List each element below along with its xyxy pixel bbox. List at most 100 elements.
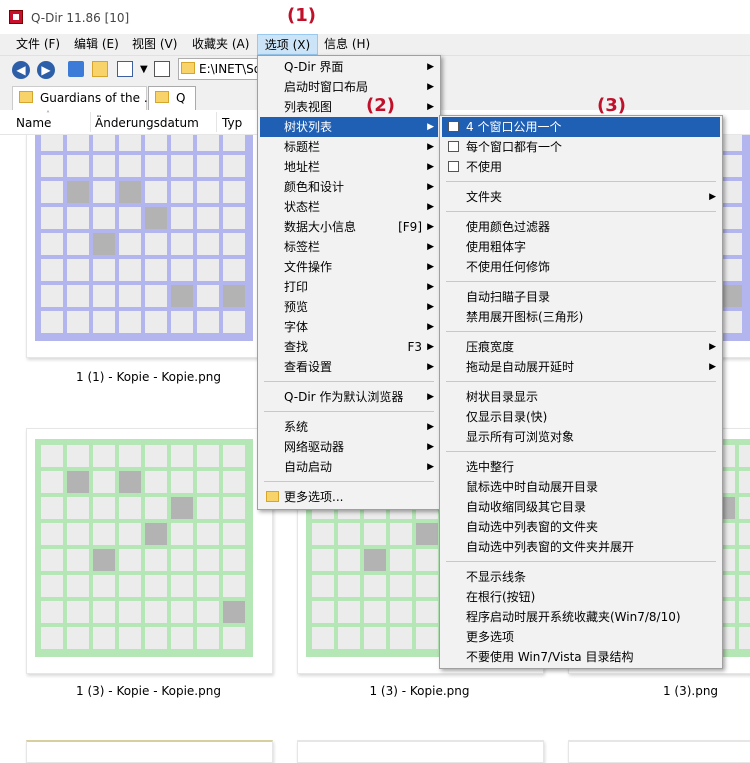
thumbnail-cell	[41, 233, 63, 255]
column-divider[interactable]	[90, 112, 91, 132]
thumbnail-card[interactable]	[26, 428, 273, 674]
menu-item[interactable]: 自动选中列表窗的文件夹	[442, 517, 720, 537]
new-folder-icon[interactable]	[92, 61, 108, 77]
menu-item[interactable]: 拖动是自动展开延时 ▶	[442, 357, 720, 377]
menu-item[interactable]: 查找 F3 ▶	[260, 337, 438, 357]
menu-item[interactable]: 不要使用 Win7/Vista 目录结构	[442, 647, 720, 667]
menu-item[interactable]: 不使用	[442, 157, 720, 177]
thumbnail-label[interactable]: 1 (1) - Kopie - Kopie.png	[26, 370, 271, 384]
thumbnail-cell	[197, 445, 219, 467]
menu-item[interactable]: 数据大小信息 [F9] ▶	[260, 217, 438, 237]
folder-icon	[19, 91, 33, 103]
arrow-right-icon[interactable]: ▶	[37, 61, 55, 79]
menu-item[interactable]: 程序启动时展开系统收藏夹(Win7/8/10)	[442, 607, 720, 627]
menu-item[interactable]: 禁用展开图标(三角形)	[442, 307, 720, 327]
menu-edit[interactable]: 编辑 (E)	[71, 34, 122, 55]
menu-item[interactable]: 4 个窗口公用一个	[442, 117, 720, 137]
menu-item[interactable]: Q-Dir 作为默认浏览器 ▶	[260, 387, 438, 407]
up-folder-icon[interactable]	[68, 61, 84, 77]
menu-item[interactable]: 状态栏 ▶	[260, 197, 438, 217]
menu-item[interactable]: 自动启动 ▶	[260, 457, 438, 477]
menu-item[interactable]: 地址栏 ▶	[260, 157, 438, 177]
menu-item[interactable]: 使用颜色过滤器	[442, 217, 720, 237]
menu-item[interactable]: 标签栏 ▶	[260, 237, 438, 257]
thumbnail-cell	[739, 471, 750, 493]
layout-icon[interactable]	[154, 61, 170, 77]
menu-item[interactable]: 使用粗体字	[442, 237, 720, 257]
menu-item[interactable]: 压痕宽度 ▶	[442, 337, 720, 357]
menu-item[interactable]: 预览 ▶	[260, 297, 438, 317]
dropdown-arrow-icon[interactable]: ▼	[140, 64, 148, 75]
thumbnail-cell	[119, 471, 141, 493]
thumbnail-cell	[223, 285, 245, 307]
thumbnail-cell	[739, 575, 750, 597]
thumbnail-card[interactable]	[26, 740, 273, 763]
menu-options[interactable]: 选项 (X)	[257, 34, 318, 55]
view-mode-icon[interactable]	[117, 61, 133, 77]
menu-item[interactable]: 仅显示目录(快)	[442, 407, 720, 427]
thumbnail-cell	[197, 285, 219, 307]
menu-file[interactable]: 文件 (F)	[13, 34, 63, 55]
thumbnail-cell	[93, 311, 115, 333]
thumbnail-cell	[223, 259, 245, 281]
menu-item-label: Q-Dir 界面	[284, 60, 344, 74]
menu-item[interactable]: 系统 ▶	[260, 417, 438, 437]
menu-item[interactable]: 鼠标选中时自动展开目录	[442, 477, 720, 497]
thumbnail-cell	[41, 497, 63, 519]
menu-item[interactable]: 不使用任何修饰	[442, 257, 720, 277]
menu-item-label: 使用粗体字	[466, 240, 527, 254]
thumbnail-card[interactable]	[26, 134, 273, 358]
menu-item[interactable]: 自动扫瞄子目录	[442, 287, 720, 307]
menu-item[interactable]: 每个窗口都有一个	[442, 137, 720, 157]
menu-item[interactable]: 选中整行	[442, 457, 720, 477]
menu-item[interactable]: 在根行(按钮)	[442, 587, 720, 607]
thumbnail-cell	[171, 497, 193, 519]
menu-favorites[interactable]: 收藏夹 (A)	[189, 34, 252, 55]
menu-item[interactable]: 查看设置 ▶	[260, 357, 438, 377]
thumbnail-cell	[171, 523, 193, 545]
column-divider[interactable]	[216, 112, 217, 132]
thumbnail-cell	[67, 497, 89, 519]
menu-item[interactable]: 文件夹 ▶	[442, 187, 720, 207]
menu-item[interactable]: 更多选项	[442, 627, 720, 647]
thumbnail-cell	[197, 135, 219, 151]
menu-info[interactable]: 信息 (H)	[321, 34, 373, 55]
thumbnail-cell	[416, 549, 438, 571]
menu-item-label: 标签栏	[284, 240, 321, 254]
thumbnail-label[interactable]: 1 (3) - Kopie - Kopie.png	[26, 684, 271, 698]
menu-item[interactable]: 树状目录显示	[442, 387, 720, 407]
chevron-right-icon: ▶	[427, 142, 434, 152]
column-type[interactable]: Typ	[222, 116, 242, 130]
thumbnail-label[interactable]: 1 (3).png	[568, 684, 750, 698]
thumbnail-label[interactable]: 1 (3) - Kopie.png	[297, 684, 542, 698]
multi-tree-icon	[448, 141, 459, 152]
menu-item-label: 在根行(按钮)	[466, 590, 536, 604]
thumbnail-cell	[145, 155, 167, 177]
menu-item[interactable]: 更多选项...	[260, 487, 438, 507]
thumbnail-cell	[171, 155, 193, 177]
menu-item[interactable]: 文件操作 ▶	[260, 257, 438, 277]
menu-item[interactable]: 树状列表 ▶	[260, 117, 438, 137]
menu-item[interactable]: 颜色和设计 ▶	[260, 177, 438, 197]
address-text[interactable]: E:\INET\So	[199, 62, 265, 76]
menu-item[interactable]: 启动时窗口布局 ▶	[260, 77, 438, 97]
app-logo-icon	[9, 10, 23, 24]
chevron-right-icon: ▶	[427, 422, 434, 432]
menu-item[interactable]: 列表视图 ▶	[260, 97, 438, 117]
menu-item[interactable]: 自动收缩同级其它目录	[442, 497, 720, 517]
menu-item[interactable]: 不显示线条	[442, 567, 720, 587]
arrow-left-icon[interactable]: ◀	[12, 61, 30, 79]
menu-item[interactable]: 自动选中列表窗的文件夹并展开	[442, 537, 720, 557]
sort-asc-icon: ˄	[46, 110, 50, 119]
menu-item[interactable]: 字体 ▶	[260, 317, 438, 337]
menu-item[interactable]: 标题栏 ▶	[260, 137, 438, 157]
column-modified[interactable]: Änderungsdatum	[95, 116, 199, 130]
menu-view[interactable]: 视图 (V)	[129, 34, 180, 55]
thumbnail-card[interactable]	[297, 740, 544, 763]
menu-item[interactable]: 显示所有可浏览对象	[442, 427, 720, 447]
menu-item[interactable]: 网络驱动器 ▶	[260, 437, 438, 457]
menu-item[interactable]: 打印 ▶	[260, 277, 438, 297]
thumbnail-cell	[67, 523, 89, 545]
menu-item[interactable]: Q-Dir 界面 ▶	[260, 57, 438, 77]
thumbnail-card[interactable]	[568, 740, 750, 763]
